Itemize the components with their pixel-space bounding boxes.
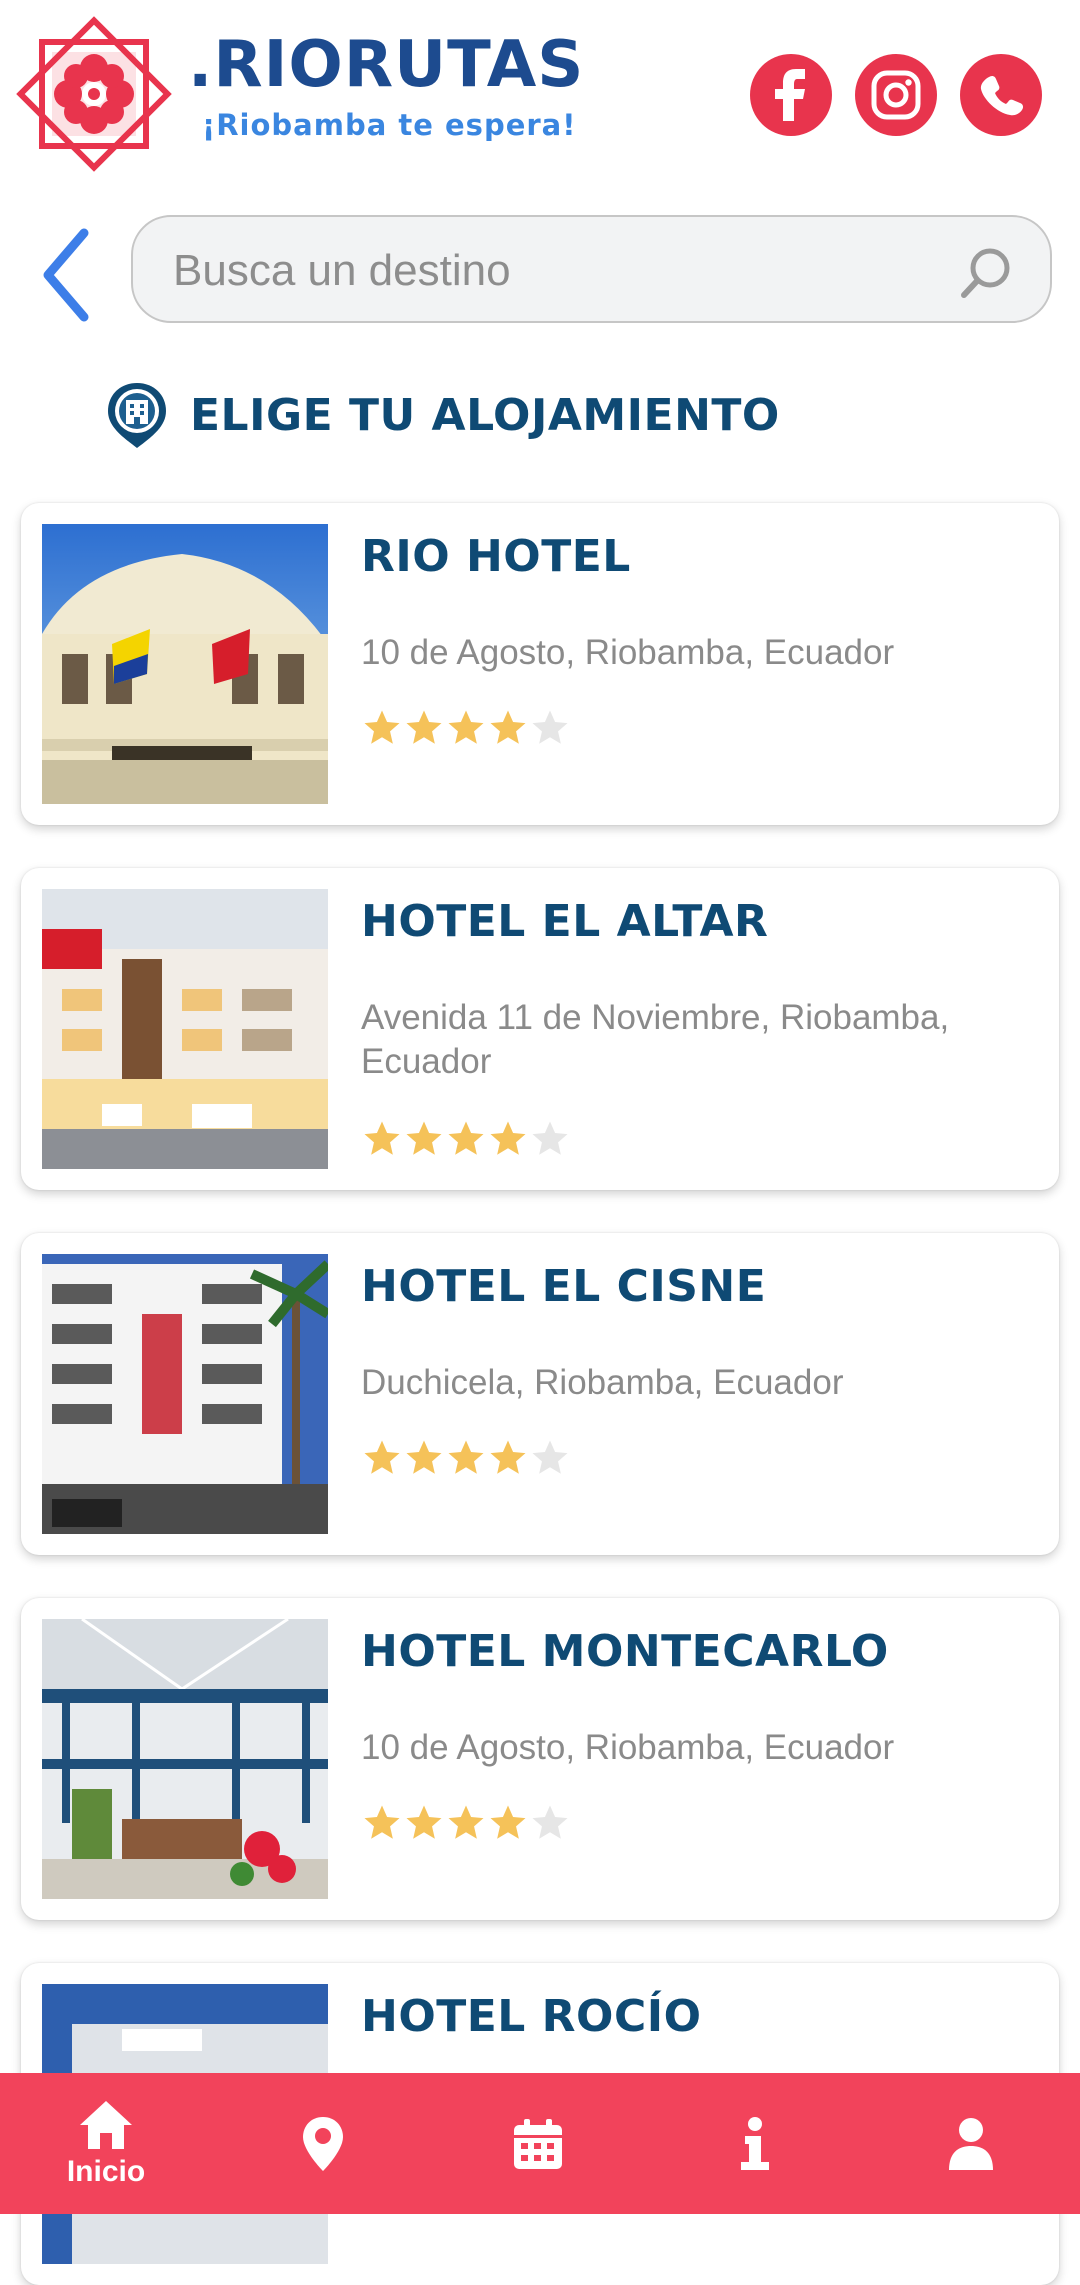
star-rating — [361, 707, 571, 749]
home-icon — [80, 2100, 132, 2149]
star-rating — [361, 1802, 571, 1844]
user-icon — [949, 2117, 993, 2170]
search-bar[interactable] — [131, 215, 1052, 323]
brand-name: .RIORUTAS — [188, 28, 585, 102]
hotel-address: 10 de Agosto, Riobamba, Ecuador — [361, 1728, 895, 1767]
star-empty-icon — [532, 1440, 568, 1474]
calendar-icon — [514, 2118, 562, 2169]
hotel-address: 10 de Agosto, Riobamba, Ecuador — [361, 633, 895, 672]
hotel-card[interactable]: RIO HOTEL 10 de Agosto, Riobamba, Ecuado… — [21, 503, 1059, 825]
star-filled-icon — [406, 1805, 442, 1839]
hotel-address: Duchicela, Riobamba, Ecuador — [361, 1363, 844, 1402]
star-filled-icon — [364, 1805, 400, 1839]
nav-profile[interactable] — [896, 2073, 1046, 2214]
whatsapp-button[interactable] — [960, 54, 1042, 136]
back-button[interactable] — [26, 220, 106, 330]
star-filled-icon — [364, 710, 400, 744]
section-header: ELIGE TU ALOJAMIENTO — [104, 380, 780, 450]
instagram-icon — [871, 70, 921, 120]
star-filled-icon — [448, 710, 484, 744]
hotel-name: RIO HOTEL — [361, 531, 631, 582]
star-filled-icon — [406, 1440, 442, 1474]
star-rating — [361, 1437, 571, 1479]
star-filled-icon — [364, 1121, 400, 1155]
nav-home-label: Inicio — [66, 2154, 146, 2188]
nav-map[interactable] — [248, 2073, 398, 2214]
hotel-photo — [42, 889, 328, 1169]
nav-info[interactable] — [680, 2073, 830, 2214]
hotel-card[interactable]: HOTEL EL CISNE Duchicela, Riobamba, Ecua… — [21, 1233, 1059, 1555]
section-title: ELIGE TU ALOJAMIENTO — [190, 389, 780, 441]
star-filled-icon — [406, 1121, 442, 1155]
star-filled-icon — [490, 710, 526, 744]
hotel-name: HOTEL ROCÍO — [361, 1991, 702, 2042]
facebook-icon — [775, 69, 805, 121]
hotel-photo — [42, 524, 328, 804]
star-filled-icon — [448, 1121, 484, 1155]
star-filled-icon — [448, 1805, 484, 1839]
hotel-photo — [42, 1254, 328, 1534]
nav-calendar[interactable] — [463, 2073, 613, 2214]
bottom-navigation: Inicio — [0, 2073, 1080, 2214]
hotel-name: HOTEL EL ALTAR — [361, 896, 769, 947]
star-filled-icon — [448, 1440, 484, 1474]
app-header: .RIORUTAS ¡Riobamba te espera! — [0, 0, 1080, 190]
hotel-card[interactable]: HOTEL EL ALTAR Avenida 11 de Noviembre, … — [21, 868, 1059, 1190]
star-empty-icon — [532, 710, 568, 744]
search-icon[interactable] — [958, 245, 1014, 301]
flower-logo-icon[interactable] — [12, 12, 176, 176]
star-filled-icon — [364, 1440, 400, 1474]
star-filled-icon — [490, 1805, 526, 1839]
star-empty-icon — [532, 1805, 568, 1839]
instagram-button[interactable] — [855, 54, 937, 136]
brand-tagline: ¡Riobamba te espera! — [202, 108, 577, 142]
hotel-address: Avenida 11 de Noviembre, Riobamba, Ecuad… — [361, 998, 950, 1081]
star-filled-icon — [406, 710, 442, 744]
hotel-photo — [42, 1619, 328, 1899]
map-pin-icon — [303, 2116, 343, 2171]
star-rating — [361, 1118, 571, 1160]
star-filled-icon — [490, 1440, 526, 1474]
star-empty-icon — [532, 1121, 568, 1155]
hotel-name: HOTEL EL CISNE — [361, 1261, 767, 1312]
whatsapp-icon — [980, 75, 1024, 116]
chevron-left-icon — [43, 228, 89, 322]
hotel-pin-icon — [108, 383, 166, 448]
nav-home[interactable]: Inicio — [31, 2073, 181, 2214]
facebook-button[interactable] — [750, 54, 832, 136]
hotel-card[interactable]: HOTEL MONTECARLO 10 de Agosto, Riobamba,… — [21, 1598, 1059, 1920]
search-input[interactable] — [171, 235, 955, 307]
star-filled-icon — [490, 1121, 526, 1155]
hotel-name: HOTEL MONTECARLO — [361, 1626, 889, 1677]
info-icon — [741, 2116, 769, 2170]
